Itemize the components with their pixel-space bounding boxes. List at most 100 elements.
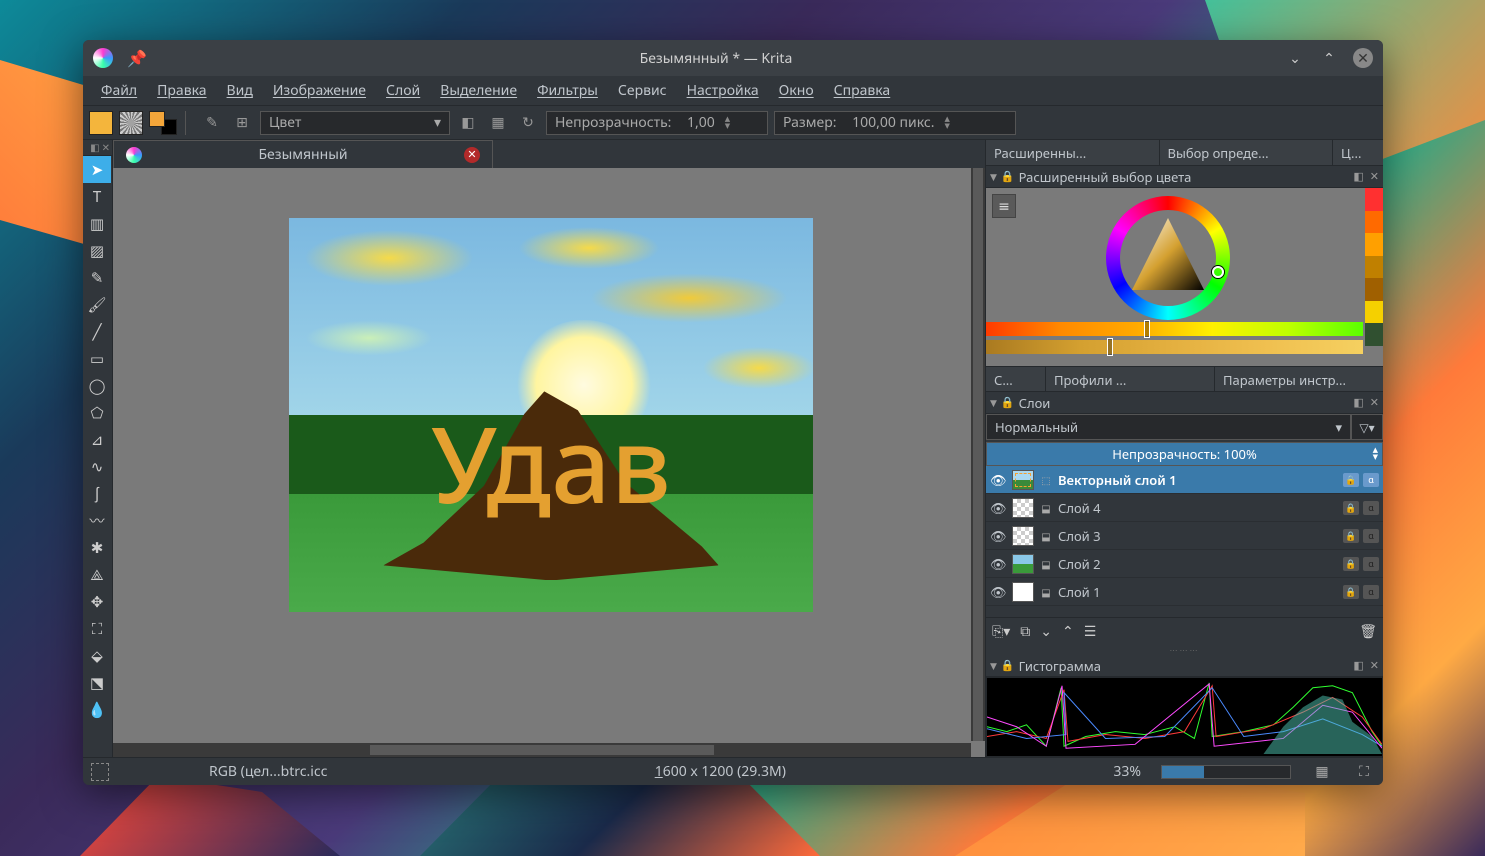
panel-float-icon[interactable]: ◧: [1353, 169, 1363, 184]
document-tab[interactable]: Безымянный ✕: [113, 140, 493, 168]
panel-close-icon[interactable]: ✕: [1370, 169, 1379, 184]
layer-visibility-toggle[interactable]: 👁: [990, 499, 1006, 517]
blendmode-select[interactable]: Цвет▾: [260, 111, 450, 135]
menu-image[interactable]: Изображение: [265, 77, 374, 104]
layer-alpha-icon[interactable]: α: [1363, 501, 1379, 515]
tool-freehand-path[interactable]: ʃ: [83, 480, 111, 507]
layer-opacity-slider[interactable]: Непрозрачность: 100% ▲▼: [986, 442, 1383, 466]
panel-close-icon[interactable]: ✕: [1370, 658, 1379, 673]
dimensions-label[interactable]: 1600 x 1200 (29.3M): [655, 762, 786, 781]
brush-editor-button[interactable]: ⊞: [230, 111, 254, 135]
tool-gradient[interactable]: ⬔: [83, 669, 111, 696]
fg-bg-colors[interactable]: [149, 111, 177, 135]
layer-lock-icon[interactable]: 🔒: [1343, 585, 1359, 599]
tab-profiles[interactable]: Профили ...: [1046, 367, 1215, 391]
vertical-scrollbar[interactable]: [971, 168, 985, 741]
tab-layers-short[interactable]: С...: [986, 367, 1046, 391]
layer-blendmode-select[interactable]: Нормальный▾: [986, 414, 1351, 440]
panel-close-icon[interactable]: ✕: [1370, 395, 1379, 410]
duplicate-layer-button[interactable]: ⧉: [1020, 622, 1030, 641]
delete-layer-button[interactable]: 🗑: [1359, 622, 1377, 641]
size-field[interactable]: Размер: 100,00 пикс. ▲▼: [774, 111, 1016, 135]
menu-layer[interactable]: Слой: [378, 77, 428, 104]
tool-move[interactable]: ✥: [83, 588, 111, 615]
layer-visibility-toggle[interactable]: 👁: [990, 583, 1006, 601]
menu-edit[interactable]: Правка: [149, 77, 214, 104]
tool-rectangle[interactable]: ▭: [83, 345, 111, 372]
add-layer-button[interactable]: ⎘▾: [992, 622, 1010, 641]
layer-alpha-icon[interactable]: α: [1363, 473, 1379, 487]
zoom-label[interactable]: 33%: [1113, 762, 1141, 781]
tool-fill[interactable]: ⬙: [83, 642, 111, 669]
layer-row[interactable]: 👁 ⬚ Векторный слой 1 🔒α: [986, 466, 1383, 494]
fullscreen-button[interactable]: ⛶: [1353, 761, 1375, 783]
reload-preset-button[interactable]: ↻: [516, 111, 540, 135]
tool-cursor[interactable]: ➤: [83, 156, 111, 183]
layer-visibility-toggle[interactable]: 👁: [990, 527, 1006, 545]
tool-polyline[interactable]: ⊿: [83, 426, 111, 453]
close-button[interactable]: ✕: [1353, 48, 1373, 68]
toolbox-close-icon[interactable]: ✕: [102, 140, 110, 155]
layer-name[interactable]: Слой 3: [1058, 527, 1337, 545]
pin-icon[interactable]: 📌: [127, 47, 147, 69]
document-tab-close[interactable]: ✕: [464, 147, 480, 163]
layer-lock-icon[interactable]: 🔒: [1343, 473, 1359, 487]
colorspace-label[interactable]: RGB (цел...btrc.icc: [209, 762, 327, 781]
layer-visibility-toggle[interactable]: 👁: [990, 555, 1006, 573]
color-panel-header[interactable]: ▼🔒 Расширенный выбор цвета ◧✕: [986, 166, 1383, 188]
layer-lock-icon[interactable]: 🔒: [1343, 501, 1359, 515]
maximize-button[interactable]: ⌃: [1319, 48, 1339, 68]
layer-name[interactable]: Слой 2: [1058, 555, 1337, 573]
tool-multibrush[interactable]: ✱: [83, 534, 111, 561]
tool-calligraphy[interactable]: ▨: [83, 237, 111, 264]
tool-text[interactable]: T: [83, 183, 111, 210]
toolbox-float-icon[interactable]: ◧: [90, 140, 99, 155]
pattern-swatch[interactable]: [119, 111, 143, 135]
tool-ellipse[interactable]: ◯: [83, 372, 111, 399]
tab-specific-color[interactable]: Выбор опреде...: [1160, 140, 1334, 165]
panel-float-icon[interactable]: ◧: [1353, 658, 1363, 673]
canvas-content[interactable]: Удав: [289, 218, 813, 612]
canvas-text-object[interactable]: Удав: [289, 391, 813, 534]
alpha-lock-toggle[interactable]: ▦: [486, 111, 510, 135]
tool-polygon[interactable]: ⬠: [83, 399, 111, 426]
tool-edit-shapes[interactable]: ▥: [83, 210, 111, 237]
menu-settings[interactable]: Настройка: [679, 77, 767, 104]
menu-help[interactable]: Справка: [826, 77, 899, 104]
layer-row[interactable]: 👁 ⬓ Слой 3 🔒α: [986, 522, 1383, 550]
tool-transform[interactable]: ⛶: [83, 615, 111, 642]
layer-properties-button[interactable]: ☰: [1084, 622, 1097, 641]
tab-advanced-color[interactable]: Расширенны...: [986, 140, 1160, 165]
gradient-swatch[interactable]: [89, 111, 113, 135]
layer-filter-button[interactable]: ▽▾: [1351, 414, 1383, 440]
selection-indicator-icon[interactable]: [91, 763, 109, 781]
tool-brush[interactable]: 🖌: [83, 291, 111, 318]
layer-lock-icon[interactable]: 🔒: [1343, 529, 1359, 543]
menu-tools[interactable]: Сервис: [610, 77, 675, 104]
eraser-toggle[interactable]: ◧: [456, 111, 480, 135]
menu-select[interactable]: Выделение: [432, 77, 525, 104]
tab-tool-options[interactable]: Параметры инстр...: [1215, 367, 1383, 391]
layer-alpha-icon[interactable]: α: [1363, 529, 1379, 543]
tool-dynamic-brush[interactable]: 〰: [83, 507, 111, 534]
layer-alpha-icon[interactable]: α: [1363, 557, 1379, 571]
color-history-swatches[interactable]: [1365, 188, 1383, 346]
shade-slider-1[interactable]: [986, 322, 1363, 336]
move-layer-down-button[interactable]: ⌄: [1040, 622, 1052, 641]
panel-float-icon[interactable]: ◧: [1353, 395, 1363, 410]
layer-name[interactable]: Векторный слой 1: [1058, 471, 1337, 489]
brush-preset-button[interactable]: ✎: [200, 111, 224, 135]
color-config-button[interactable]: ≡: [992, 194, 1016, 218]
layer-lock-icon[interactable]: 🔒: [1343, 557, 1359, 571]
layer-row[interactable]: 👁 ⬓ Слой 4 🔒α: [986, 494, 1383, 522]
move-layer-up-button[interactable]: ⌃: [1062, 622, 1074, 641]
menu-file[interactable]: Файл: [93, 77, 145, 104]
zoom-slider[interactable]: [1161, 765, 1291, 779]
horizontal-scrollbar[interactable]: [113, 743, 971, 757]
titlebar[interactable]: 📌 Безымянный * — Krita ⌄ ⌃ ✕: [83, 40, 1383, 76]
color-selector-panel[interactable]: ≡: [986, 188, 1383, 366]
layer-row[interactable]: 👁 ⬓ Слой 1 🔒α: [986, 578, 1383, 606]
tool-crop[interactable]: ⟁: [83, 561, 111, 588]
tool-color-picker[interactable]: 💧: [83, 696, 111, 723]
layer-name[interactable]: Слой 1: [1058, 583, 1337, 601]
